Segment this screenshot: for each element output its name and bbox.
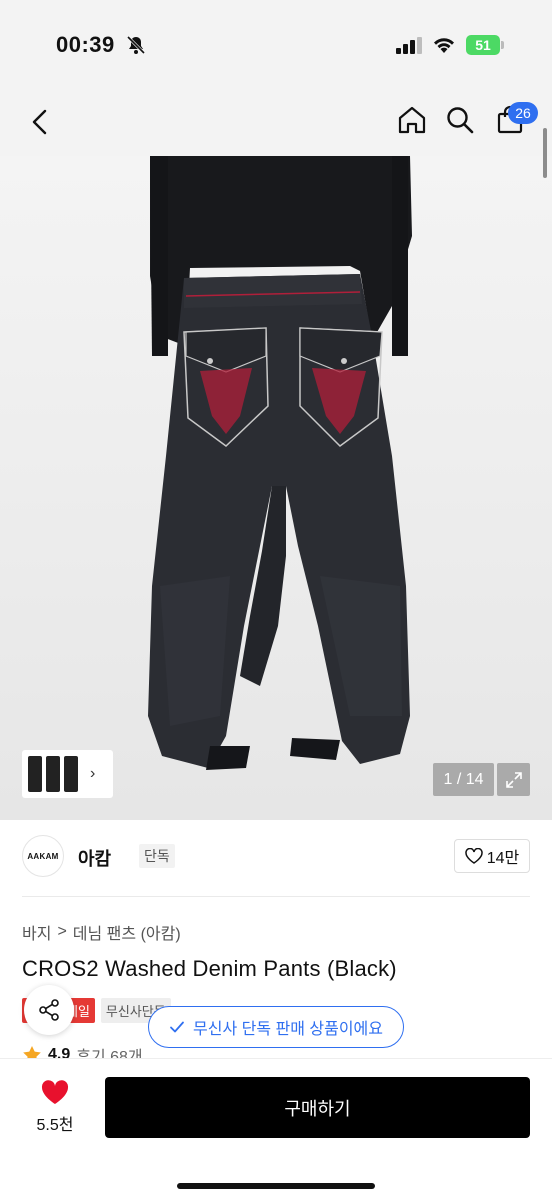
home-icon xyxy=(398,106,426,134)
scroll-indicator xyxy=(543,128,547,178)
breadcrumb-subcategory[interactable]: 데님 팬츠 (아캄) xyxy=(73,920,181,944)
product-photo xyxy=(148,156,412,770)
brand-exclusive-tag: 단독 xyxy=(139,844,175,868)
thumbnail[interactable] xyxy=(64,756,78,792)
wishlist-button[interactable]: 5.5천 xyxy=(22,1077,88,1137)
brand-row: AAKAM 아캄 단독 14만 xyxy=(22,833,530,881)
brand-like-button[interactable]: 14만 xyxy=(454,839,530,873)
check-icon xyxy=(170,1021,184,1033)
breadcrumb-category[interactable]: 바지 xyxy=(22,920,51,944)
breadcrumb-separator: > xyxy=(57,923,67,940)
chevron-right-icon: › xyxy=(90,765,96,782)
heart-icon xyxy=(41,1079,69,1104)
product-image-gallery[interactable]: › xyxy=(0,156,552,820)
thumbnail[interactable] xyxy=(28,756,42,792)
signal-icon xyxy=(396,37,422,54)
exclusive-toast: 무신사 단독 판매 상품이에요 xyxy=(148,1006,404,1048)
fullscreen-button[interactable] xyxy=(497,763,530,796)
share-button[interactable] xyxy=(24,985,74,1035)
search-button[interactable] xyxy=(442,102,478,138)
status-time: 00:39 xyxy=(56,32,115,57)
brand-like-count: 14만 xyxy=(486,850,520,867)
toast-message: 무신사 단독 판매 상품이에요 xyxy=(193,1021,383,1038)
divider xyxy=(22,896,530,897)
brand-logo[interactable]: AAKAM xyxy=(22,835,64,877)
purchase-bar: 5.5천 구매하기 xyxy=(0,1058,552,1200)
cart-count-badge: 26 xyxy=(508,102,538,124)
search-icon xyxy=(447,107,474,134)
expand-icon xyxy=(505,771,522,788)
back-button[interactable] xyxy=(22,104,58,140)
wifi-icon xyxy=(434,38,454,53)
buy-button[interactable]: 구매하기 xyxy=(105,1077,530,1138)
brand-name[interactable]: 아캄 xyxy=(78,845,111,871)
battery-icon: 51 xyxy=(466,35,504,55)
thumbnail[interactable] xyxy=(46,756,60,792)
heart-outline-icon xyxy=(464,848,483,864)
share-icon xyxy=(39,999,59,1021)
thumbnail-strip[interactable]: › xyxy=(22,750,113,798)
chevron-left-icon xyxy=(32,109,47,135)
image-counter: 1 / 14 xyxy=(433,763,494,796)
product-title: CROS2 Washed Denim Pants (Black) xyxy=(22,956,397,981)
status-bar: 00:39 51 xyxy=(0,0,552,90)
bell-slash-icon xyxy=(126,35,146,55)
breadcrumb: 바지 > 데님 팬츠 (아캄) xyxy=(22,920,181,944)
wishlist-count: 5.5천 xyxy=(36,1116,74,1134)
battery-level: 51 xyxy=(466,35,500,55)
home-button[interactable] xyxy=(394,102,430,138)
home-indicator xyxy=(177,1183,375,1189)
top-navigation xyxy=(0,90,552,156)
